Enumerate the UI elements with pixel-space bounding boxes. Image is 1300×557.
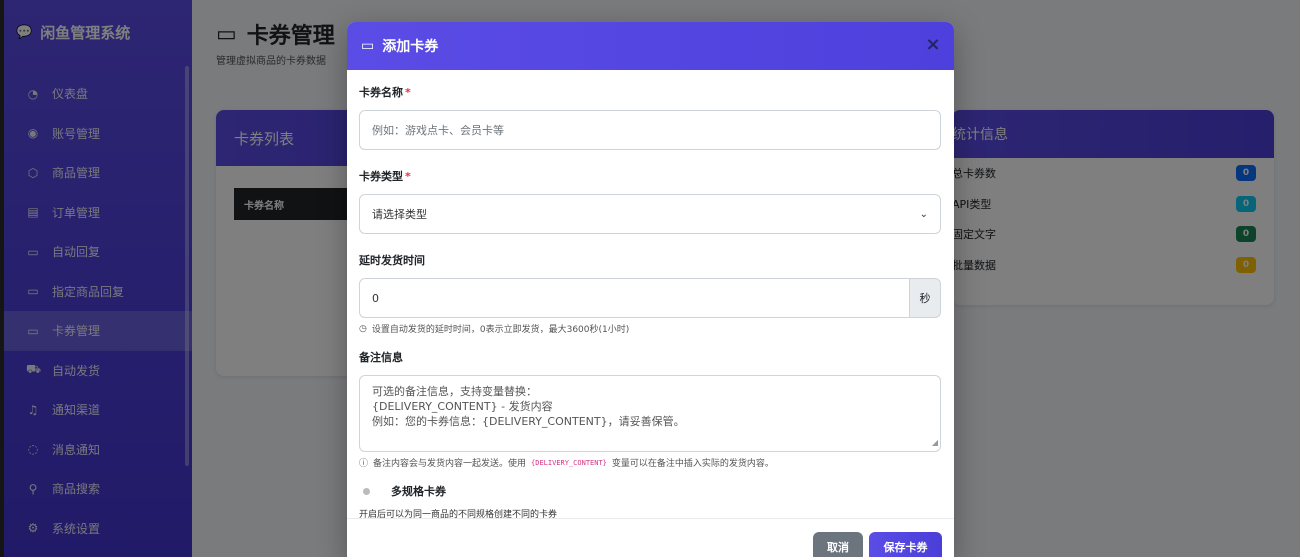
name-group: 卡券名称 * [359, 84, 942, 150]
modal-body: 卡券名称* 卡券类型* 请选择类型 ⌄ 延时发货时间 0 秒 ◷ 设置自动发货的 [347, 70, 954, 520]
card-name-input[interactable] [372, 123, 928, 137]
note-textarea[interactable]: 可选的备注信息，支持变量替换： {DELIVERY_CONTENT} - 发货内… [359, 375, 941, 452]
multi-spec-row: 多规格卡券 [359, 483, 942, 499]
delay-value: 0 [372, 291, 379, 305]
type-label-text: 卡券类型 [359, 170, 403, 183]
close-icon[interactable]: × [924, 36, 942, 54]
note-help-prefix: 备注内容会与发货内容一起发送。使用 [373, 459, 527, 469]
type-label: 卡券类型 * [359, 168, 942, 184]
required-marker: * [405, 170, 411, 183]
note-help: ⓘ 备注内容会与发货内容一起发送。使用 {DELIVERY_CONTENT} 变… [359, 456, 942, 470]
card-icon: ▭ [361, 38, 375, 54]
save-button[interactable]: 保存卡券 [869, 532, 942, 557]
delay-unit: 秒 [910, 278, 941, 318]
card-name-field [359, 110, 941, 150]
clock-icon: ◷ [359, 323, 367, 334]
delay-help: ◷ 设置自动发货的延时时间，0表示立即发货，最大3600秒(1小时) [359, 322, 942, 336]
add-card-modal: ▭ 添加卡券 × 卡券名称* 卡券类型* 请选择类型 ⌄ 延时发货时间 0 秒 [347, 22, 954, 557]
modal-title: 添加卡券 [382, 39, 439, 55]
multi-spec-toggle[interactable] [359, 485, 381, 497]
chevron-down-icon: ⌄ [919, 208, 928, 220]
note-group: 备注信息 可选的备注信息，支持变量替换： {DELIVERY_CONTENT} … [359, 349, 942, 469]
resize-handle-icon[interactable]: ◢ [932, 435, 938, 450]
select-value: 请选择类型 [372, 208, 427, 221]
name-label: 卡券名称 * [359, 84, 942, 100]
name-label-text: 卡券名称 [359, 86, 403, 99]
multi-spec-label: 多规格卡券 [391, 485, 446, 498]
note-placeholder-line: 可选的备注信息，支持变量替换： [372, 385, 537, 398]
multi-spec-group: 多规格卡券 开启后可以为同一商品的不同规格创建不同的卡券 [359, 483, 942, 520]
info-icon: ⓘ [359, 459, 369, 469]
note-placeholder-line: {DELIVERY_CONTENT} - 发货内容 [372, 400, 553, 413]
card-type-select[interactable]: 请选择类型 ⌄ [359, 194, 941, 234]
modal-header: ▭ 添加卡券 × [347, 22, 954, 70]
delay-help-text: 设置自动发货的延时时间，0表示立即发货，最大3600秒(1小时) [371, 325, 630, 335]
modal-footer: 取消 保存卡券 [347, 518, 954, 557]
delay-field[interactable]: 0 [359, 278, 910, 318]
note-label: 备注信息 [359, 351, 403, 364]
delay-label: 延时发货时间 [359, 254, 425, 267]
required-marker: * [405, 86, 411, 99]
note-help-suffix: 变量可以在备注中插入实际的发货内容。 [611, 459, 774, 469]
delay-input-group: 0 秒 [359, 278, 941, 318]
delay-group: 延时发货时间 0 秒 ◷ 设置自动发货的延时时间，0表示立即发货，最大3600秒… [359, 252, 942, 335]
cancel-button[interactable]: 取消 [813, 532, 863, 557]
type-group: 卡券类型 * 请选择类型 ⌄ [359, 168, 942, 234]
note-help-code: {DELIVERY_CONTENT} [531, 458, 607, 467]
note-placeholder-line: 例如：您的卡券信息：{DELIVERY_CONTENT}，请妥善保管。 [372, 415, 685, 428]
